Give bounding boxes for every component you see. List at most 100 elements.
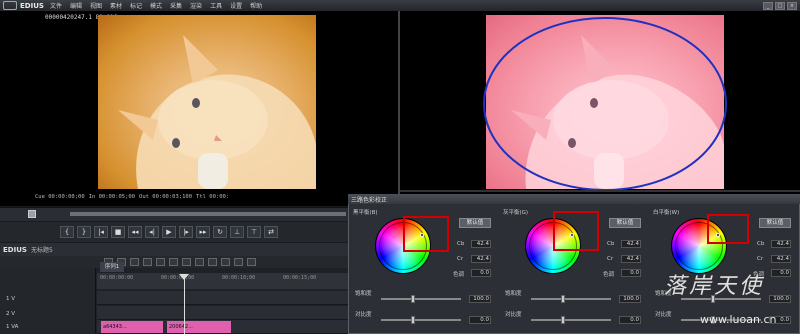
highlight-box [403,216,449,252]
contrast-slider-thumb[interactable] [411,316,415,324]
play-icon[interactable]: ▶ [162,226,176,238]
maximize-button[interactable]: □ [775,1,785,10]
mask-ellipse-overlay[interactable] [480,14,730,194]
timeline-app-logo: EDIUS [3,245,27,254]
track-header-2v[interactable]: 2 V [2,309,96,321]
saturation-field[interactable]: 100.0 [769,295,791,303]
saturation-slider[interactable] [531,298,611,300]
menu-tools[interactable]: 工具 [210,1,222,10]
scrub-handle[interactable] [28,210,36,218]
razor-icon[interactable] [221,258,230,266]
clip[interactable]: 200642... [167,321,231,333]
contrast-slider[interactable] [381,319,461,321]
out-timecode: Out 00:00:03;100 [139,194,193,200]
redo-icon[interactable] [195,258,204,266]
menu-mode[interactable]: 模式 [150,1,162,10]
timeline-ruler[interactable]: 00:00:00:00 00:00:05;00 00:00:10;00 00:0… [97,273,348,289]
menu-view[interactable]: 视图 [90,1,102,10]
in-timecode: In 00:00:05;00 [88,194,136,200]
undo-icon[interactable] [182,258,191,266]
save-icon[interactable] [130,258,139,266]
menu-edit[interactable]: 编辑 [70,1,82,10]
contrast-slider-thumb[interactable] [561,316,565,324]
delete-icon[interactable] [208,258,217,266]
stop-icon[interactable]: ■ [111,226,125,238]
saturation-slider-thumb[interactable] [561,295,565,303]
copy-icon[interactable] [156,258,165,266]
watermark-url: www.luoan.cn [700,313,777,326]
sequence-tab[interactable]: 序列1 [100,262,124,272]
menu-file[interactable]: 文件 [50,1,62,10]
saturation-field[interactable]: 100.0 [619,295,641,303]
saturation-slider[interactable] [381,298,461,300]
track-row-3[interactable]: a64343... 200642... [97,320,348,334]
saturation-label: 饱和度 [505,291,522,297]
cb-field[interactable]: 42.4 [771,240,791,248]
cb-label: Cb [607,241,615,247]
replace-icon[interactable]: ⇄ [264,226,278,238]
contrast-label: 对比度 [355,312,372,318]
window-controls: _ □ × [763,1,797,10]
color-correction-titlebar[interactable]: 三路色彩校正 [348,194,800,204]
cb-field[interactable]: 42.4 [621,240,641,248]
track-row-2[interactable] [97,306,348,320]
menu-help[interactable]: 帮助 [250,1,262,10]
cc-panel-black: 黑平衡(B) 默认值 Cb 42.4 Cr 42.4 色调 0.0 饱和度 10… [351,206,499,332]
menu-marker[interactable]: 标记 [130,1,142,10]
menu-render[interactable]: 渲染 [190,1,202,10]
default-button[interactable]: 默认值 [759,218,791,228]
rewind-icon[interactable]: ◂◂ [128,226,142,238]
minimize-button[interactable]: _ [763,1,773,10]
hue-label: 色调 [453,272,465,278]
cut-icon[interactable] [143,258,152,266]
ruler-label: 00:00:15;00 [283,275,317,281]
snap-icon[interactable] [247,258,256,266]
contrast-field[interactable]: 0.0 [619,316,641,324]
cr-field[interactable]: 42.4 [771,255,791,263]
cc-panel-gray: 灰平衡(G) 默认值 Cb 42.4 Cr 42.4 色调 0.0 饱和度 10… [501,206,649,332]
loop-icon[interactable]: ↻ [213,226,227,238]
timeline-cursor[interactable] [184,274,185,334]
cr-field[interactable]: 42.4 [621,255,641,263]
hue-field[interactable]: 0.0 [471,269,491,277]
timeline-cursor-head[interactable] [179,274,189,280]
hue-field[interactable]: 0.0 [621,269,641,277]
cb-label: Cb [757,241,765,247]
mark-out-icon[interactable]: } [77,226,91,238]
mark-in-icon[interactable]: { [60,226,74,238]
dialog-title: 三路色彩校正 [351,196,388,204]
cr-label: Cr [457,256,464,262]
menu-settings[interactable]: 设置 [230,1,242,10]
paste-icon[interactable] [169,258,178,266]
overwrite-icon[interactable]: ⊤ [247,226,261,238]
ripple-icon[interactable] [234,258,243,266]
scrub-track[interactable] [70,212,346,216]
track-row-1[interactable] [97,291,348,305]
clip[interactable]: a64343... [101,321,163,333]
menu-capture[interactable]: 采集 [170,1,182,10]
step-forward-icon[interactable]: |▸ [179,226,193,238]
ruler-label: 00:00:05;00 [161,275,195,281]
insert-icon[interactable]: ⊥ [230,226,244,238]
default-button[interactable]: 默认值 [609,218,641,228]
fast-forward-icon[interactable]: ▸▸ [196,226,210,238]
saturation-slider-thumb[interactable] [411,295,415,303]
saturation-field[interactable]: 100.0 [469,295,491,303]
hue-field[interactable]: 0.0 [771,269,791,277]
contrast-slider[interactable] [531,319,611,321]
panel-label: 灰平衡(G) [503,210,529,216]
saturation-label: 饱和度 [355,291,372,297]
step-back-icon[interactable]: ◂| [145,226,159,238]
close-button[interactable]: × [787,1,797,10]
menu-clip[interactable]: 素材 [110,1,122,10]
prev-edit-icon[interactable]: |◂ [94,226,108,238]
cr-field[interactable]: 42.4 [471,255,491,263]
contrast-field[interactable]: 0.0 [469,316,491,324]
cr-label: Cr [607,256,614,262]
track-header-1va[interactable]: 1 VA [2,322,96,334]
track-label: 1 V [6,296,16,302]
app-logo-icon [3,1,17,10]
default-button[interactable]: 默认值 [459,218,491,228]
cb-field[interactable]: 42.4 [471,240,491,248]
track-header-1v[interactable]: 1 V [2,294,96,306]
